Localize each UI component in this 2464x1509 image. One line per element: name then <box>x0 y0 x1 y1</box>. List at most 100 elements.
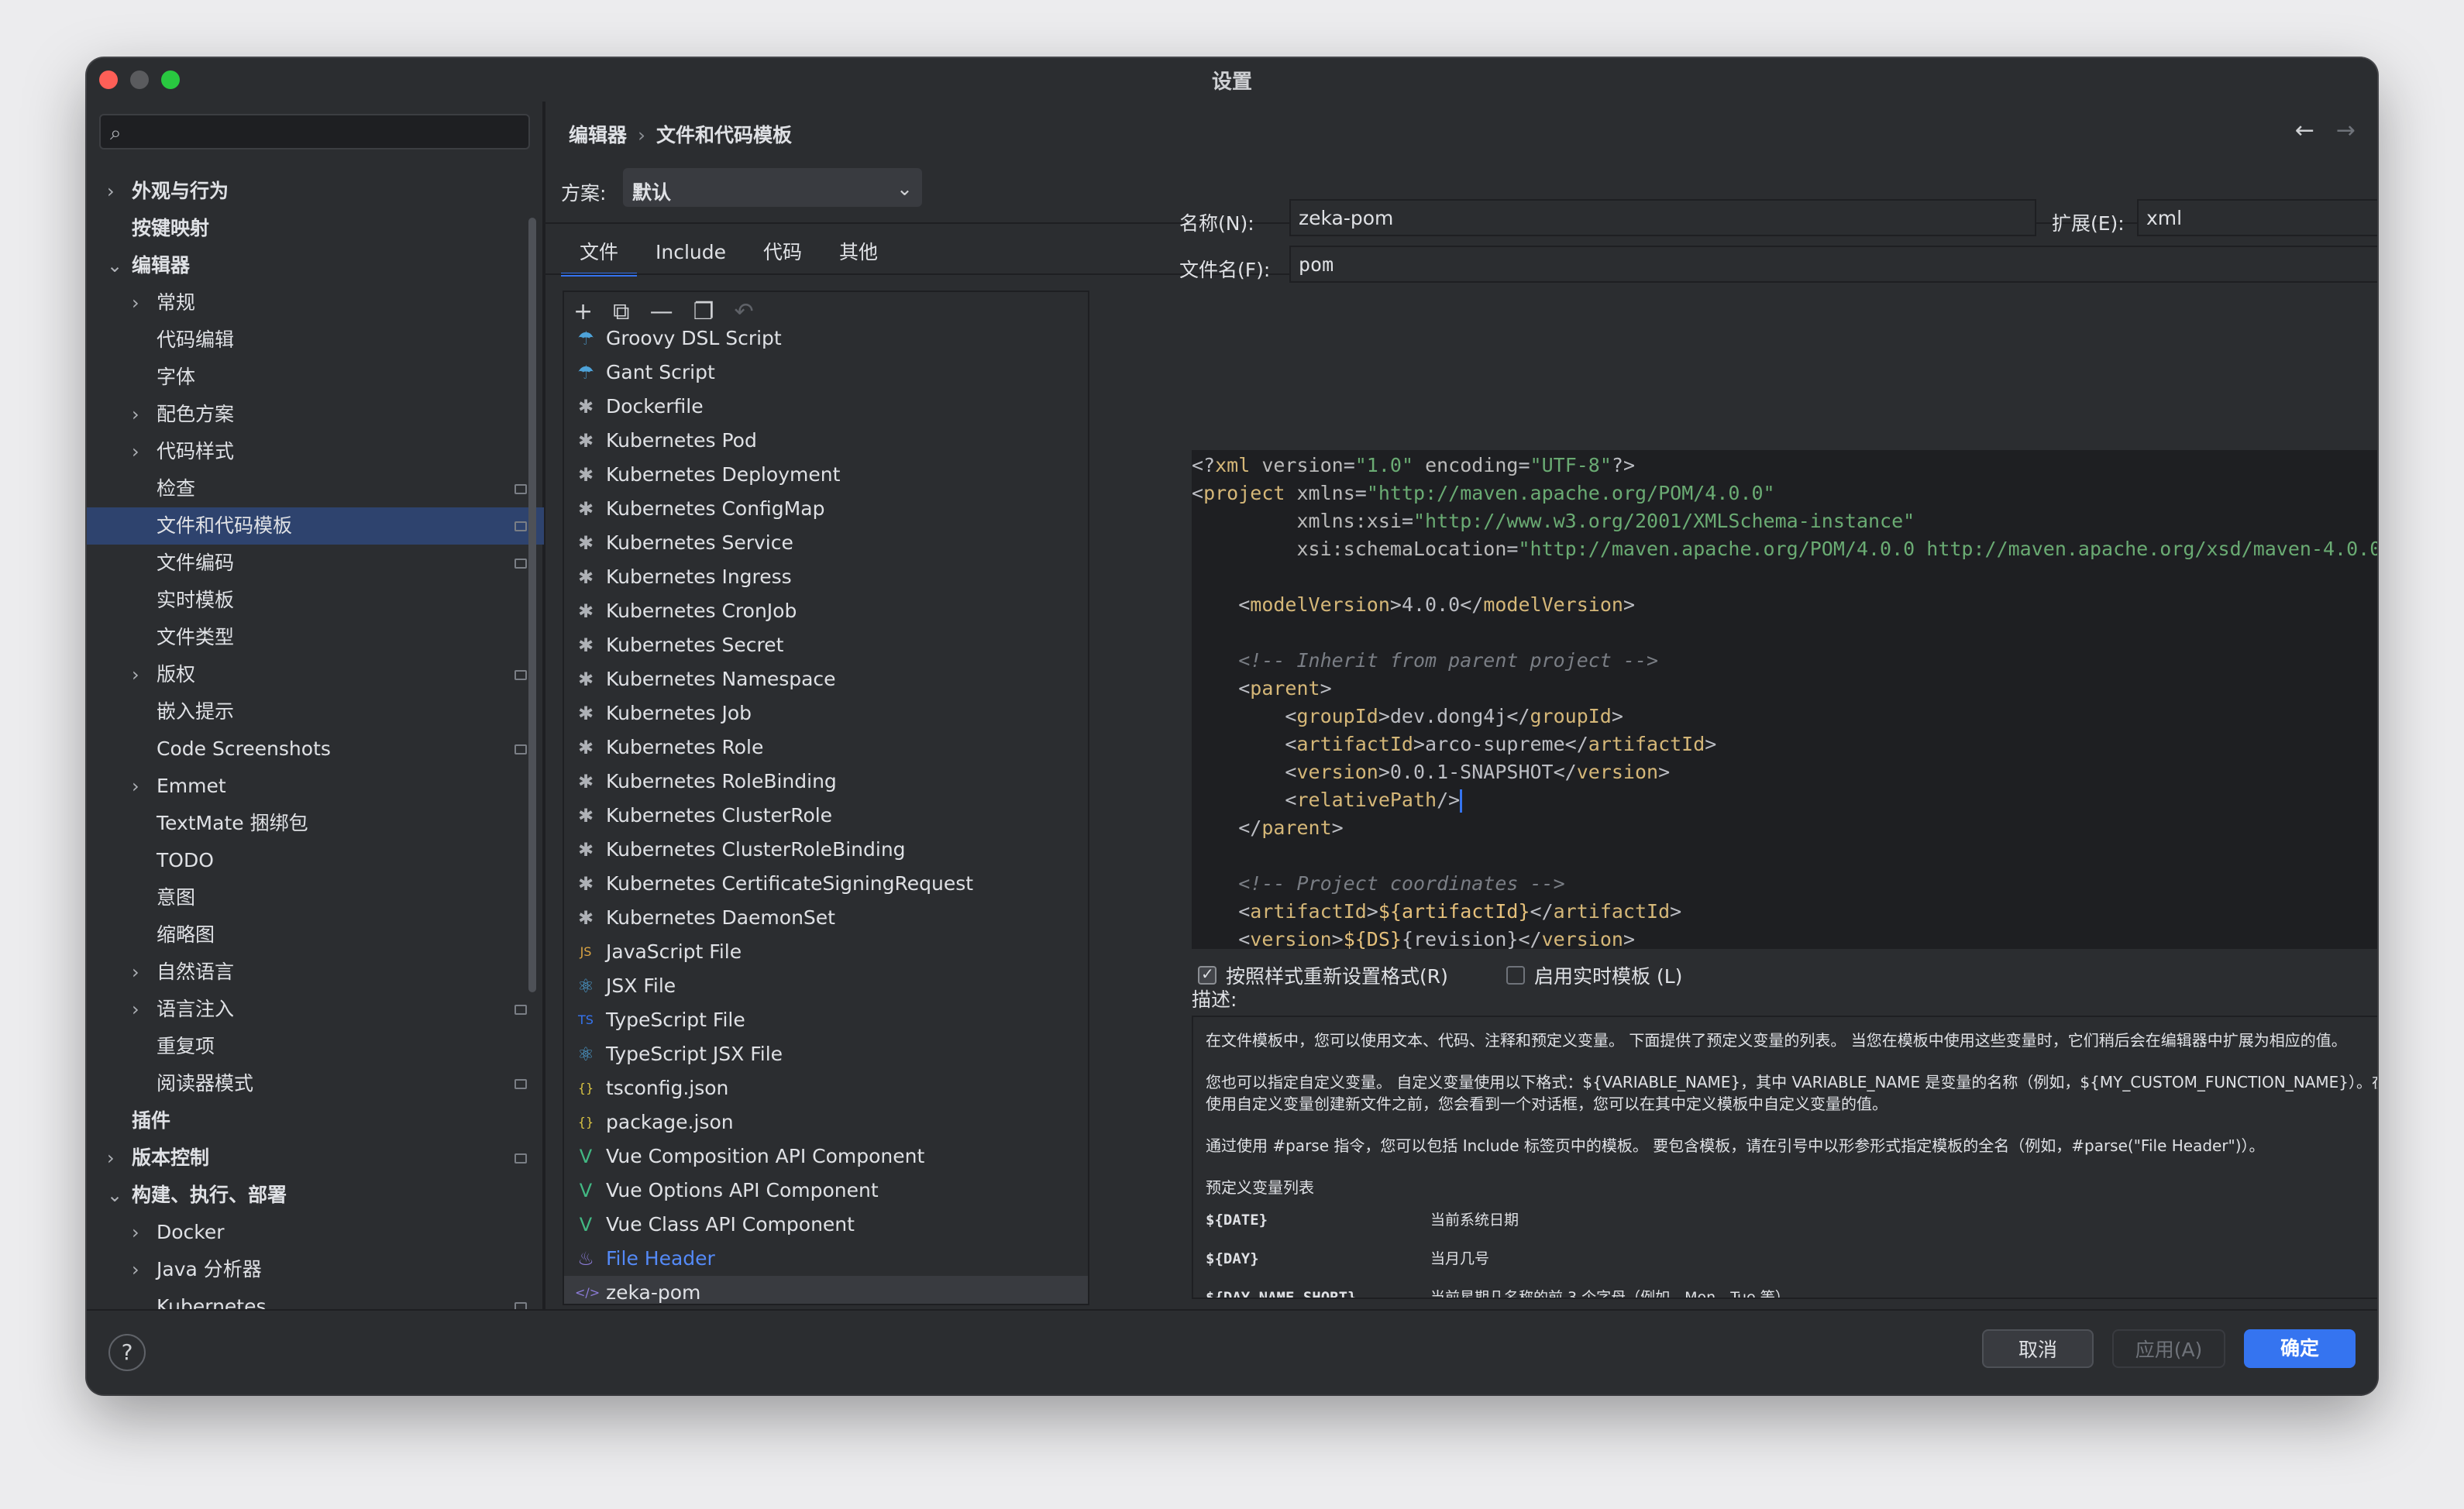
sidebar-item[interactable]: ⌄ 编辑器 <box>87 247 544 284</box>
sidebar-item[interactable]: › 语言注入 <box>87 991 544 1028</box>
template-list-item[interactable]: ✱ Kubernetes RoleBinding <box>564 765 1088 799</box>
live-template-checkbox[interactable] <box>1506 966 1525 985</box>
sidebar-item[interactable]: › 代码样式 <box>87 433 544 470</box>
template-list-item[interactable]: ✱ Kubernetes Service <box>564 526 1088 560</box>
cancel-button[interactable]: 取消 <box>1982 1329 2094 1368</box>
template-list-item[interactable]: ✱ Dockerfile <box>564 390 1088 424</box>
template-list-item[interactable]: ✱ Kubernetes Role <box>564 730 1088 765</box>
sidebar-item[interactable]: › 常规 <box>87 284 544 321</box>
chevron-right-icon[interactable]: › <box>132 768 139 805</box>
extension-field[interactable] <box>2137 199 2377 236</box>
live-template-checkbox-row[interactable]: 启用实时模板 (L) <box>1506 961 1682 989</box>
template-list-item[interactable]: ✱ Kubernetes DaemonSet <box>564 901 1088 935</box>
ok-button[interactable]: 确定 <box>2244 1329 2356 1368</box>
sidebar-item[interactable]: 阅读器模式 <box>87 1065 544 1102</box>
template-list-item[interactable]: V Vue Composition API Component <box>564 1139 1088 1174</box>
template-list-item[interactable]: ✱ Kubernetes ClusterRoleBinding <box>564 833 1088 867</box>
sidebar-item[interactable]: TextMate 捆绑包 <box>87 805 544 842</box>
chevron-right-icon[interactable]: › <box>132 1214 139 1251</box>
sidebar-item[interactable]: 缩略图 <box>87 916 544 954</box>
tab-include[interactable]: Include <box>637 233 745 277</box>
help-icon[interactable]: ? <box>108 1334 146 1371</box>
sidebar-item[interactable]: › 版权 <box>87 656 544 693</box>
template-list-item[interactable]: ☂ Groovy DSL Script <box>564 321 1088 356</box>
extension-input[interactable] <box>2139 201 2377 235</box>
template-list-item[interactable]: ⚛ JSX File <box>564 969 1088 1003</box>
tab-其他[interactable]: 其他 <box>821 233 896 277</box>
sidebar-item[interactable]: › Java 分析器 <box>87 1251 544 1288</box>
forward-arrow-icon[interactable]: → <box>2336 117 2356 144</box>
settings-search-input[interactable]: ⌕ <box>99 114 530 150</box>
chevron-right-icon[interactable]: › <box>132 396 139 433</box>
sidebar-item[interactable]: › Emmet <box>87 768 544 805</box>
tab-文件[interactable]: 文件 <box>561 233 638 277</box>
template-list-item[interactable]: ✱ Kubernetes Job <box>564 696 1088 730</box>
chevron-right-icon[interactable]: › <box>132 656 139 693</box>
template-list-item[interactable]: ✱ Kubernetes ClusterRole <box>564 799 1088 833</box>
template-list-item[interactable]: {} tsconfig.json <box>564 1071 1088 1105</box>
chevron-right-icon[interactable]: › <box>132 954 139 991</box>
sidebar-item[interactable]: 文件类型 <box>87 619 544 656</box>
name-field[interactable] <box>1289 199 2036 236</box>
sidebar-item[interactable]: 检查 <box>87 470 544 507</box>
chevron-right-icon[interactable]: › <box>107 1139 115 1177</box>
template-list-item[interactable]: JS JavaScript File <box>564 935 1088 969</box>
tab-代码[interactable]: 代码 <box>745 233 821 277</box>
template-list-item[interactable]: {} package.json <box>564 1105 1088 1139</box>
template-list-item[interactable]: V Vue Class API Component <box>564 1208 1088 1242</box>
template-list-item[interactable]: ✱ Kubernetes Secret <box>564 628 1088 662</box>
template-list-item[interactable]: ✱ Kubernetes Pod <box>564 424 1088 458</box>
chevron-down-icon[interactable]: ⌄ <box>107 1177 122 1214</box>
sidebar-item[interactable]: › 版本控制 <box>87 1139 544 1177</box>
code-token: < <box>1192 789 1297 811</box>
sidebar-item[interactable]: 按键映射 <box>87 210 544 247</box>
template-list-item[interactable]: ⚛ TypeScript JSX File <box>564 1037 1088 1071</box>
template-list-item[interactable]: ✱ Kubernetes Deployment <box>564 458 1088 492</box>
sidebar-item[interactable]: TODO <box>87 842 544 879</box>
sidebar-item[interactable]: 嵌入提示 <box>87 693 544 730</box>
sidebar-item[interactable]: 插件 <box>87 1102 544 1139</box>
name-input[interactable] <box>1291 201 2035 235</box>
chevron-down-icon[interactable]: ⌄ <box>107 247 122 284</box>
reformat-checkbox[interactable] <box>1198 964 1217 985</box>
sidebar-scrollbar[interactable] <box>528 218 536 992</box>
filename-input[interactable] <box>1291 247 2377 281</box>
template-list-item[interactable]: ☂ Gant Script <box>564 356 1088 390</box>
template-list-item[interactable]: V Vue Options API Component <box>564 1174 1088 1208</box>
close-window-button[interactable] <box>99 70 118 89</box>
minimize-window-button[interactable] <box>130 70 149 89</box>
apply-button[interactable]: 应用(A) <box>2112 1329 2225 1368</box>
template-list-item[interactable]: TS TypeScript File <box>564 1003 1088 1037</box>
sidebar-item[interactable]: 实时模板 <box>87 582 544 619</box>
template-list-item[interactable]: </> zeka-pom <box>564 1276 1088 1304</box>
breadcrumb-parent[interactable]: 编辑器 <box>569 124 627 146</box>
template-list-item[interactable]: ✱ Kubernetes ConfigMap <box>564 492 1088 526</box>
chevron-right-icon[interactable]: › <box>132 991 139 1028</box>
sidebar-item[interactable]: 字体 <box>87 359 544 396</box>
sidebar-item[interactable]: ⌄ 构建、执行、部署 <box>87 1177 544 1214</box>
scheme-dropdown[interactable]: 默认 ⌄ <box>623 168 922 207</box>
sidebar-item[interactable]: Code Screenshots <box>87 730 544 768</box>
sidebar-item[interactable]: › Docker <box>87 1214 544 1251</box>
template-list-item[interactable]: ✱ Kubernetes Namespace <box>564 662 1088 696</box>
template-list-item[interactable]: ✱ Kubernetes CertificateSigningRequest <box>564 867 1088 901</box>
template-list-item[interactable]: ♨ File Header <box>564 1242 1088 1276</box>
sidebar-item[interactable]: 文件编码 <box>87 545 544 582</box>
template-list-item[interactable]: ✱ Kubernetes Ingress <box>564 560 1088 594</box>
zoom-window-button[interactable] <box>161 70 180 89</box>
sidebar-item[interactable]: › 外观与行为 <box>87 173 544 210</box>
sidebar-item[interactable]: 文件和代码模板 <box>87 507 544 545</box>
sidebar-item[interactable]: 意图 <box>87 879 544 916</box>
filename-field[interactable] <box>1289 246 2377 283</box>
chevron-right-icon[interactable]: › <box>132 1251 139 1288</box>
chevron-right-icon[interactable]: › <box>132 284 139 321</box>
chevron-right-icon[interactable]: › <box>132 433 139 470</box>
sidebar-item[interactable]: › 配色方案 <box>87 396 544 433</box>
template-list-item[interactable]: ✱ Kubernetes CronJob <box>564 594 1088 628</box>
sidebar-item[interactable]: › 自然语言 <box>87 954 544 991</box>
sidebar-item[interactable]: 重复项 <box>87 1028 544 1065</box>
chevron-right-icon[interactable]: › <box>107 173 115 210</box>
template-code-editor[interactable]: <?xml version="1.0" encoding="UTF-8"?> <p… <box>1192 450 2377 949</box>
back-arrow-icon[interactable]: ← <box>2295 117 2314 144</box>
sidebar-item[interactable]: 代码编辑 <box>87 321 544 359</box>
